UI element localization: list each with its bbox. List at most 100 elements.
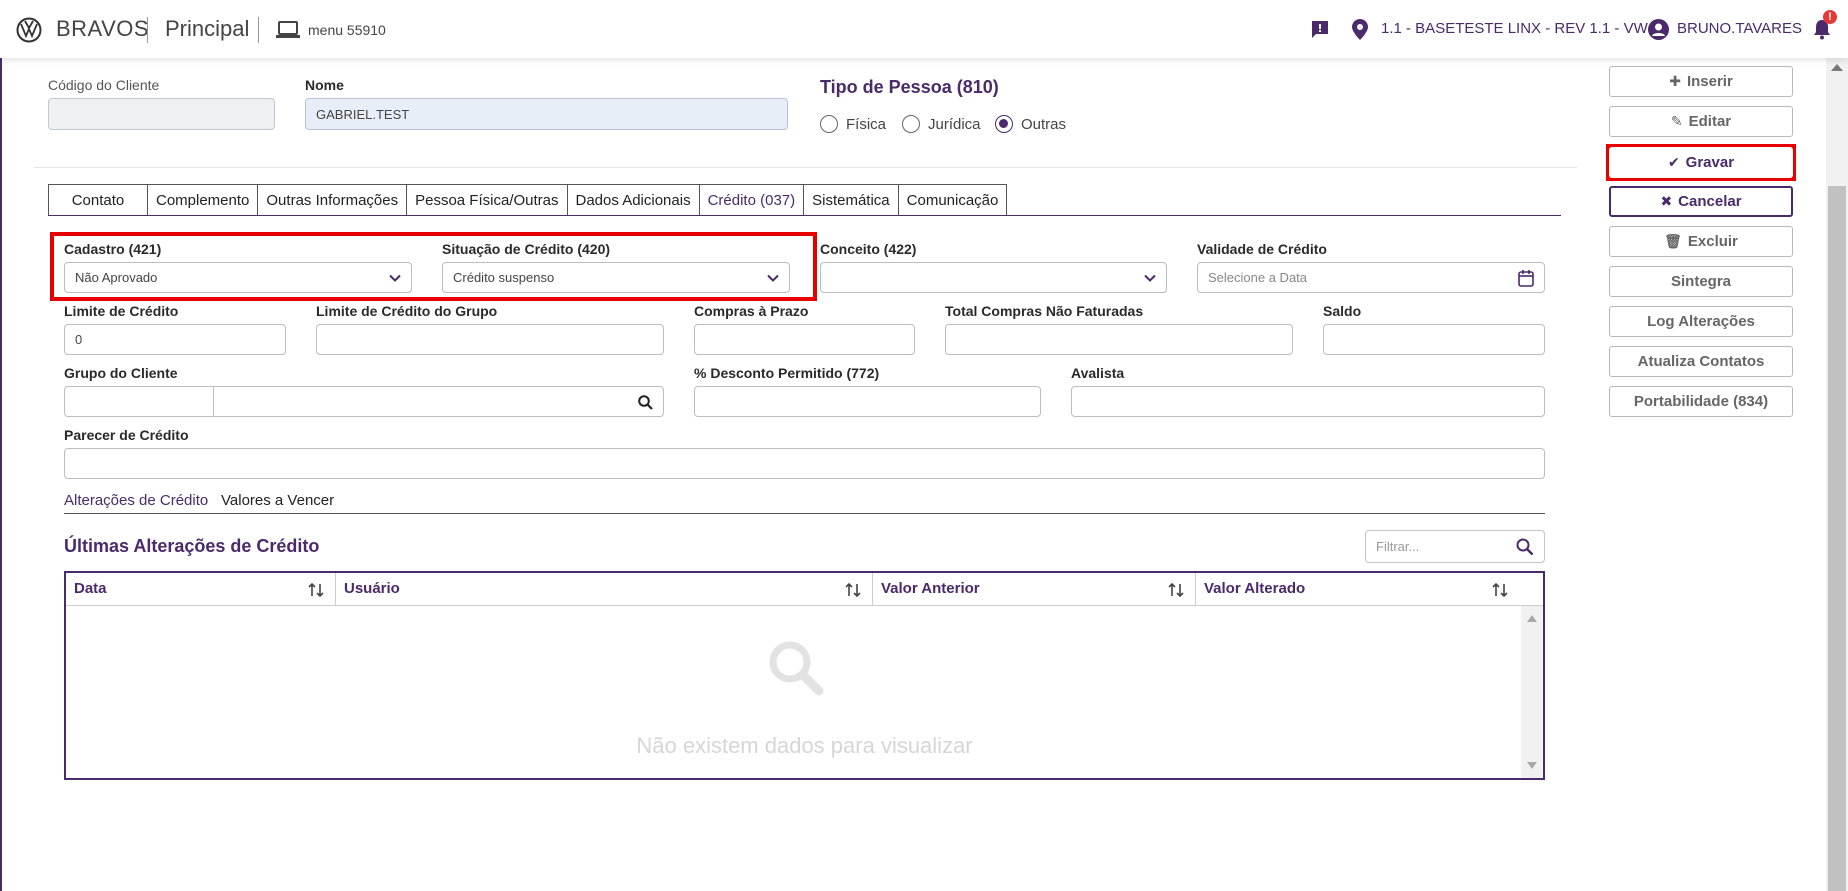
filter-input[interactable]: Filtrar... bbox=[1365, 530, 1545, 563]
radio-label: Outras bbox=[1021, 115, 1067, 133]
branch-selector[interactable]: 1.1 - BASETESTE LINX - REV 1.1 - VW bbox=[1381, 20, 1648, 37]
desconto-label: % Desconto Permitido (772) bbox=[694, 365, 880, 381]
total-nao-faturadas-input[interactable] bbox=[945, 324, 1293, 355]
cadastro-value: Não Aprovado bbox=[75, 270, 158, 285]
button-label: Atualiza Contatos bbox=[1637, 353, 1765, 370]
column-label: Data bbox=[74, 580, 107, 597]
user-icon bbox=[1648, 19, 1669, 40]
nome-label: Nome bbox=[305, 77, 344, 93]
calendar-icon[interactable] bbox=[1518, 269, 1534, 287]
cadastro-select[interactable]: Não Aprovado bbox=[64, 262, 412, 293]
credit-changes-table: Data Usuário Valor Anterior Valor Altera… bbox=[64, 571, 1545, 780]
search-icon[interactable] bbox=[638, 395, 653, 410]
saldo-input[interactable] bbox=[1323, 324, 1545, 355]
button-label: Sintegra bbox=[1670, 273, 1731, 290]
tab-credito[interactable]: Crédito (037) bbox=[698, 184, 804, 216]
table-header: Data Usuário Valor Anterior Valor Altera… bbox=[66, 573, 1543, 606]
radio-circle-selected[interactable] bbox=[995, 115, 1013, 133]
scroll-down-arrow[interactable] bbox=[1527, 762, 1537, 769]
sort-icon[interactable] bbox=[1167, 581, 1185, 599]
compras-prazo-input[interactable] bbox=[694, 324, 915, 355]
sintegra-button[interactable]: Sintegra bbox=[1609, 266, 1793, 297]
situacao-select[interactable]: Crédito suspenso bbox=[442, 262, 790, 293]
compras-prazo-label: Compras à Prazo bbox=[694, 303, 809, 319]
notification-badge: ! bbox=[1823, 10, 1837, 24]
atualiza-contatos-button[interactable]: Atualiza Contatos bbox=[1609, 346, 1793, 377]
grupo-cliente-code-input[interactable] bbox=[64, 386, 214, 417]
tab-pessoa-fisica-outras[interactable]: Pessoa Física/Outras bbox=[406, 184, 567, 216]
log-alteracoes-button[interactable]: Log Alterações bbox=[1609, 306, 1793, 337]
grupo-cliente-label: Grupo do Cliente bbox=[64, 365, 178, 381]
feedback-icon[interactable] bbox=[1310, 19, 1330, 39]
location-pin-icon bbox=[1352, 19, 1368, 40]
parecer-input[interactable] bbox=[64, 448, 1545, 479]
empty-state-message: Não existem dados para visualizar bbox=[636, 733, 973, 758]
situacao-value: Crédito suspenso bbox=[453, 270, 555, 285]
top-bar: BRAVOS Principal menu 55910 1.1 - BASETE… bbox=[0, 0, 1848, 58]
tab-contato[interactable]: Contato bbox=[48, 184, 147, 216]
codigo-cliente-input[interactable] bbox=[48, 98, 275, 130]
radio-fisica[interactable]: Física bbox=[820, 115, 886, 133]
avalista-input[interactable] bbox=[1071, 386, 1545, 417]
column-header-valor-alterado[interactable]: Valor Alterado bbox=[1196, 573, 1519, 606]
codigo-cliente-label: Código do Cliente bbox=[48, 77, 160, 93]
radio-outras[interactable]: Outras bbox=[995, 115, 1066, 133]
conceito-label: Conceito (422) bbox=[820, 241, 917, 257]
limite-label: Limite de Crédito bbox=[64, 303, 179, 319]
excluir-button[interactable]: 🗑 Excluir bbox=[1609, 226, 1793, 257]
search-icon bbox=[769, 641, 824, 696]
trash-icon: 🗑 bbox=[1664, 233, 1682, 249]
limite-grupo-label: Limite de Crédito do Grupo bbox=[316, 303, 498, 319]
user-menu[interactable]: BRUNO.TAVARES bbox=[1677, 20, 1802, 37]
situacao-label: Situação de Crédito (420) bbox=[442, 241, 611, 257]
conceito-select[interactable] bbox=[820, 262, 1167, 293]
button-label: Gravar bbox=[1685, 154, 1735, 171]
subtab-divider bbox=[64, 513, 1545, 514]
search-icon[interactable] bbox=[1516, 538, 1534, 556]
tab-outras-informacoes[interactable]: Outras Informações bbox=[257, 184, 407, 216]
radio-circle[interactable] bbox=[820, 115, 838, 133]
inserir-button[interactable]: ✚ Inserir bbox=[1609, 66, 1793, 97]
gravar-button[interactable]: ✔ Gravar bbox=[1609, 147, 1793, 178]
validade-label: Validade de Crédito bbox=[1197, 241, 1327, 257]
subtab-valores-a-vencer[interactable]: Valores a Vencer bbox=[221, 492, 334, 509]
edit-icon: ✎ bbox=[1670, 113, 1683, 129]
table-title: Últimas Alterações de Crédito bbox=[64, 536, 320, 556]
column-header-usuario[interactable]: Usuário bbox=[336, 573, 873, 606]
check-icon: ✔ bbox=[1667, 154, 1680, 170]
saldo-label: Saldo bbox=[1323, 303, 1362, 319]
limite-grupo-input[interactable] bbox=[316, 324, 664, 355]
desconto-input[interactable] bbox=[694, 386, 1041, 417]
radio-juridica[interactable]: Jurídica bbox=[902, 115, 981, 133]
cancelar-button[interactable]: ✖ Cancelar bbox=[1609, 186, 1793, 217]
sort-icon[interactable] bbox=[307, 581, 325, 599]
tab-comunicacao[interactable]: Comunicação bbox=[897, 184, 1008, 216]
nome-input[interactable]: GABRIEL.TEST bbox=[305, 98, 788, 130]
sort-icon[interactable] bbox=[844, 581, 862, 599]
sort-icon[interactable] bbox=[1491, 581, 1509, 599]
tab-complemento[interactable]: Complemento bbox=[147, 184, 258, 216]
radio-label: Jurídica bbox=[928, 115, 981, 133]
scrollbar-thumb[interactable] bbox=[1828, 186, 1846, 891]
tab-dados-adicionais[interactable]: Dados Adicionais bbox=[566, 184, 699, 216]
radio-circle[interactable] bbox=[902, 115, 920, 133]
scroll-up-arrow[interactable] bbox=[1527, 615, 1537, 622]
column-header-valor-anterior[interactable]: Valor Anterior bbox=[873, 573, 1196, 606]
close-icon: ✖ bbox=[1660, 193, 1673, 209]
portabilidade-button[interactable]: Portabilidade (834) bbox=[1609, 386, 1793, 417]
tab-sistematica[interactable]: Sistemática bbox=[803, 184, 898, 216]
vw-logo-icon[interactable] bbox=[16, 17, 42, 43]
menu-label: menu 55910 bbox=[308, 22, 386, 38]
validade-date-input[interactable]: Selecione a Data bbox=[1197, 262, 1545, 293]
button-label: Cancelar bbox=[1678, 193, 1742, 210]
chevron-down-icon bbox=[1144, 274, 1156, 282]
limite-input[interactable]: 0 bbox=[64, 324, 286, 355]
subtab-alteracoes-credito[interactable]: Alterações de Crédito bbox=[64, 492, 208, 509]
button-label: Inserir bbox=[1686, 73, 1733, 90]
plus-icon: ✚ bbox=[1669, 73, 1681, 89]
column-header-data[interactable]: Data bbox=[66, 573, 336, 606]
grupo-cliente-name-input[interactable] bbox=[213, 386, 664, 417]
scroll-up-arrow[interactable] bbox=[1831, 64, 1843, 71]
divider bbox=[34, 167, 1577, 168]
editar-button[interactable]: ✎ Editar bbox=[1609, 106, 1793, 137]
